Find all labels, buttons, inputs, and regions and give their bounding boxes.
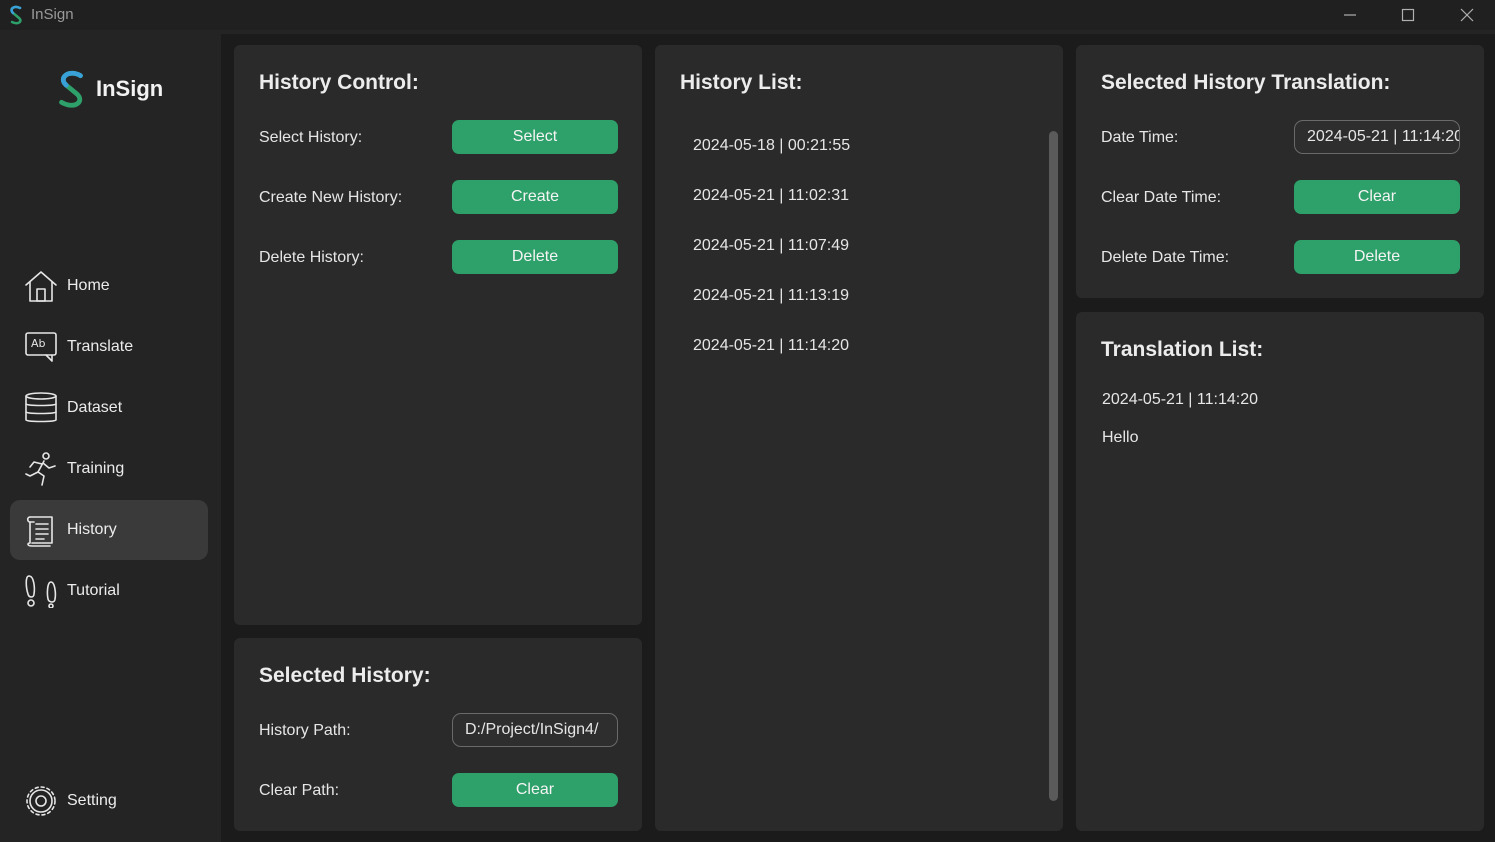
- panel-title: Selected History:: [259, 664, 431, 687]
- clear-path-label: Clear Path:: [259, 782, 340, 799]
- history-list-item[interactable]: 2024-05-21 | 11:02:31: [693, 187, 849, 205]
- translation-datetime: 2024-05-21 | 11:14:20: [1102, 391, 1258, 408]
- history-path-field[interactable]: D:/Project/InSign4/: [452, 713, 618, 747]
- selected-history-panel: Selected History: History Path: D:/Proje…: [234, 638, 642, 831]
- history-list-scrollbar[interactable]: [1049, 131, 1058, 801]
- maximize-icon: [1401, 8, 1415, 22]
- sidebar-item-history[interactable]: History: [10, 500, 208, 560]
- home-icon: [24, 269, 58, 303]
- sidebar-item-label: Training: [67, 460, 125, 477]
- maximize-button[interactable]: [1385, 0, 1431, 30]
- history-list-item[interactable]: 2024-05-21 | 11:07:49: [693, 237, 849, 255]
- translation-text: Hello: [1102, 429, 1139, 446]
- clear-date-time-button[interactable]: Clear: [1294, 180, 1460, 214]
- translate-icon: Ab: [24, 330, 58, 364]
- history-list-item[interactable]: 2024-05-18 | 00:21:55: [693, 137, 850, 155]
- running-icon: [24, 452, 58, 486]
- brand-name: InSign: [96, 76, 164, 101]
- select-history-label: Select History:: [259, 129, 363, 146]
- clear-path-button[interactable]: Clear: [452, 773, 618, 807]
- create-history-button[interactable]: Create: [452, 180, 618, 214]
- scroll-icon: [24, 513, 58, 547]
- history-list-item[interactable]: 2024-05-21 | 11:13:19: [693, 287, 849, 305]
- clear-date-time-label: Clear Date Time:: [1101, 189, 1222, 206]
- footprints-icon: [24, 574, 58, 609]
- sidebar-item-training[interactable]: Training: [10, 439, 208, 499]
- minimize-icon: [1344, 14, 1356, 16]
- delete-history-button[interactable]: Delete: [452, 240, 618, 274]
- close-button[interactable]: [1444, 0, 1490, 30]
- brand-logo-icon: [59, 70, 83, 108]
- sidebar-item-home[interactable]: Home: [10, 256, 208, 316]
- main-content: History Control: Select History: Select …: [221, 34, 1495, 842]
- select-history-button[interactable]: Select: [452, 120, 618, 154]
- date-time-label: Date Time:: [1101, 129, 1179, 146]
- close-icon: [1460, 8, 1474, 22]
- window-title: InSign: [31, 6, 74, 23]
- sidebar: InSign Home Ab Translate Dataset Trainin…: [0, 30, 221, 842]
- sidebar-item-setting[interactable]: Setting: [10, 771, 208, 831]
- panel-title: History Control:: [259, 71, 419, 94]
- selected-translation-panel: Selected History Translation: Date Time:…: [1076, 45, 1484, 298]
- history-path-label: History Path:: [259, 722, 351, 739]
- sidebar-item-translate[interactable]: Ab Translate: [10, 317, 208, 377]
- translation-list-panel: Translation List: 2024-05-21 | 11:14:20 …: [1076, 312, 1484, 831]
- sidebar-item-label: Home: [67, 277, 110, 294]
- sidebar-item-label: Translate: [67, 338, 134, 355]
- minimize-button[interactable]: [1327, 0, 1373, 30]
- sidebar-item-dataset[interactable]: Dataset: [10, 378, 208, 438]
- title-bar: InSign: [0, 0, 1495, 30]
- panel-title: Selected History Translation:: [1101, 71, 1391, 94]
- gear-icon: [24, 784, 58, 818]
- sidebar-item-tutorial[interactable]: Tutorial: [10, 561, 208, 621]
- svg-text:Ab: Ab: [31, 337, 46, 350]
- panel-title: Translation List:: [1101, 338, 1264, 361]
- sidebar-item-label: Setting: [67, 792, 117, 809]
- sidebar-item-label: Tutorial: [67, 582, 120, 599]
- date-time-field[interactable]: 2024-05-21 | 11:14:20: [1294, 120, 1460, 154]
- database-icon: [24, 391, 58, 425]
- app-logo-icon: [10, 5, 22, 25]
- delete-date-time-label: Delete Date Time:: [1101, 249, 1230, 266]
- delete-date-time-button[interactable]: Delete: [1294, 240, 1460, 274]
- history-list-panel: History List: 2024-05-18 | 00:21:55 2024…: [655, 45, 1063, 831]
- delete-history-label: Delete History:: [259, 249, 364, 266]
- sidebar-item-label: History: [67, 521, 117, 538]
- sidebar-item-label: Dataset: [67, 399, 123, 416]
- panel-title: History List:: [680, 71, 803, 94]
- history-list-item[interactable]: 2024-05-21 | 11:14:20: [693, 337, 849, 355]
- history-control-panel: History Control: Select History: Select …: [234, 45, 642, 625]
- create-history-label: Create New History:: [259, 189, 403, 206]
